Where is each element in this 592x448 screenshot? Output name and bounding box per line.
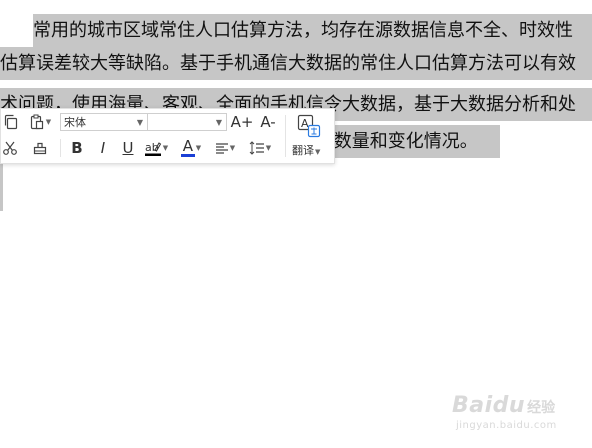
translate-button[interactable]: A <box>295 113 323 139</box>
chevron-down-icon: ▼ <box>265 144 272 152</box>
cut-button[interactable] <box>1 138 19 158</box>
shrink-font-button[interactable]: A- <box>257 112 279 132</box>
text-line-4-content: l数量和变化情况。 <box>328 131 478 152</box>
format-painter-icon <box>33 142 47 155</box>
toolbar-divider <box>285 115 286 157</box>
document-canvas[interactable]: 常用的城市区域常住人口估算方法，均存在源数据信息不全、时效性 估算误差较大等缺陷… <box>0 0 592 448</box>
text-line-1-content: 常用的城市区域常住人口估算方法，均存在源数据信息不全、时效性 <box>33 20 573 41</box>
chevron-down-icon: ▼ <box>195 144 202 152</box>
grow-font-icon: A+ <box>230 113 254 131</box>
copy-button[interactable] <box>1 112 21 132</box>
translate-icon: A <box>297 114 321 138</box>
toolbar-divider <box>60 139 61 157</box>
watermark-logo: Baidu <box>452 393 526 418</box>
italic-icon: I <box>100 139 106 157</box>
scissors-icon <box>3 141 17 155</box>
underline-icon: U <box>122 139 134 157</box>
chevron-down-icon: ▼ <box>136 118 143 127</box>
font-color-glyph: A <box>182 137 194 155</box>
font-color-icon: A <box>180 137 195 157</box>
highlight-button[interactable]: ab ▼ <box>143 138 169 158</box>
selection-tail <box>0 158 3 211</box>
paste-dropdown-icon: ▼ <box>45 118 52 126</box>
font-name-value: 宋体 <box>64 116 86 129</box>
chevron-down-icon: ▼ <box>315 148 321 156</box>
font-name-select[interactable]: 宋体 ▼ <box>60 113 148 131</box>
font-color-bar <box>180 154 195 157</box>
line-spacing-button[interactable]: ▼ <box>245 138 275 158</box>
translate-label: 翻译 <box>292 144 314 157</box>
watermark-cn-text: 经验 <box>527 400 556 416</box>
copy-icon <box>4 114 18 130</box>
chevron-down-icon: ▼ <box>215 118 222 127</box>
bold-button[interactable]: B <box>67 138 87 158</box>
line-spacing-icon <box>249 141 264 155</box>
paste-button[interactable]: ▼ <box>25 112 55 132</box>
text-line-2-content: 估算误差较大等缺陷。基于手机通信大数据的常住人口估算方法可以有效 <box>0 53 576 74</box>
watermark: Baidu 经验 jingyan.baidu.com <box>452 393 556 431</box>
align-button[interactable]: ▼ <box>211 138 239 158</box>
font-color-button[interactable]: A ▼ <box>177 137 205 158</box>
underline-button[interactable]: U <box>118 138 138 158</box>
chevron-down-icon: ▼ <box>162 144 169 152</box>
shrink-font-icon: A- <box>260 113 276 131</box>
italic-button[interactable]: I <box>93 138 113 158</box>
translate-dropdown[interactable]: 翻译▼ <box>292 142 320 158</box>
watermark-url: jingyan.baidu.com <box>456 420 557 431</box>
chevron-down-icon: ▼ <box>229 144 236 152</box>
align-left-icon <box>215 143 228 154</box>
format-painter-button[interactable] <box>29 138 51 158</box>
svg-text:A: A <box>301 117 309 130</box>
grow-font-button[interactable]: A+ <box>230 112 254 132</box>
paste-icon <box>30 114 43 130</box>
floating-format-toolbar: ▼ 宋体 ▼ ▼ A+ A- B I U ab ▼ A ▼ ▼ ▼ A 翻译▼ <box>0 108 335 164</box>
text-line-2[interactable]: 估算误差较大等缺陷。基于手机通信大数据的常住人口估算方法可以有效 <box>0 47 592 80</box>
highlighter-icon: ab <box>144 141 161 156</box>
text-line-1[interactable]: 常用的城市区域常住人口估算方法，均存在源数据信息不全、时效性 <box>33 14 592 47</box>
bold-icon: B <box>71 139 83 157</box>
font-size-select[interactable]: ▼ <box>147 113 227 131</box>
